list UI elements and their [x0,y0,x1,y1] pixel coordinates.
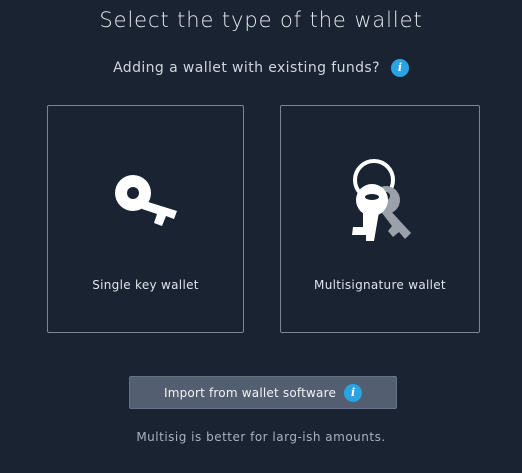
key-icon [115,175,177,226]
multisignature-wallet-card[interactable]: Multisignature wallet [280,105,480,333]
page-title: Select the type of the wallet [99,8,423,32]
info-icon[interactable]: i [390,59,409,77]
subtitle-text: Adding a wallet with existing funds? [113,60,380,76]
import-info-icon[interactable]: i [344,383,363,402]
import-from-wallet-software-button[interactable]: Import from wallet software i [129,376,397,409]
multisignature-wallet-label: Multisignature wallet [314,278,446,292]
single-key-wallet-label: Single key wallet [92,278,199,292]
import-button-label: Import from wallet software [163,385,337,400]
keyring-icon [352,159,411,241]
subtitle-row: Adding a wallet with existing funds? i [0,58,522,78]
single-key-wallet-card[interactable]: Single key wallet [47,105,244,333]
hint-text: Multisig is better for larg-ish amounts. [136,430,386,444]
